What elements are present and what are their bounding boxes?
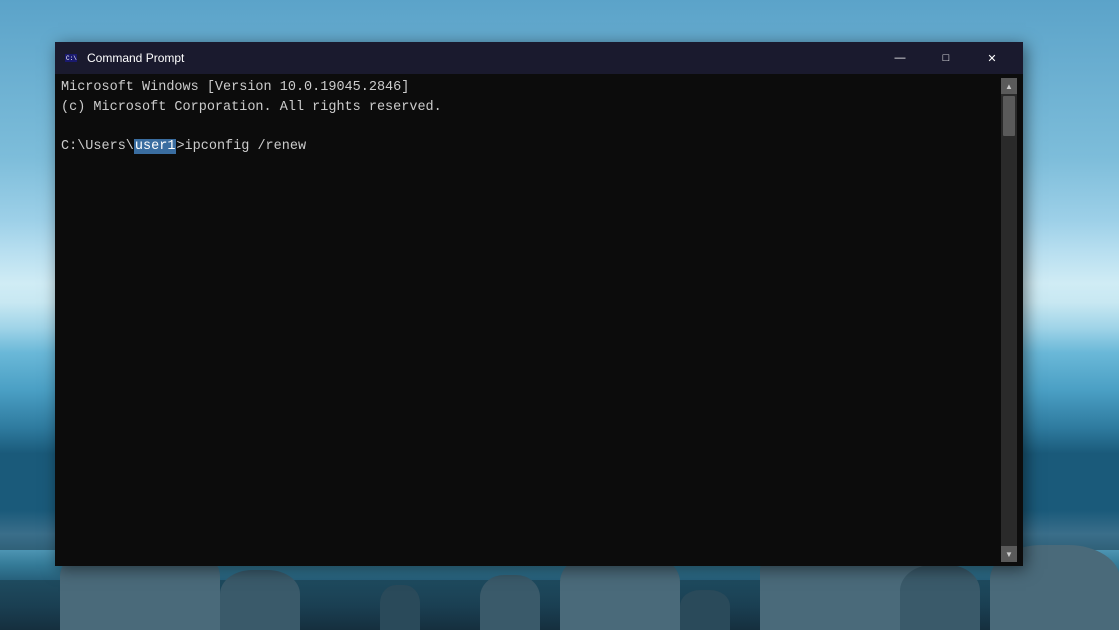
cmd-output: Microsoft Windows [Version 10.0.19045.28… bbox=[61, 78, 1001, 156]
rock-3 bbox=[380, 585, 420, 630]
minimize-button[interactable]: — bbox=[877, 42, 923, 74]
maximize-button[interactable]: □ bbox=[923, 42, 969, 74]
svg-text:C:\: C:\ bbox=[66, 55, 77, 62]
window-title: Command Prompt bbox=[87, 51, 877, 65]
cmd-body[interactable]: Microsoft Windows [Version 10.0.19045.28… bbox=[55, 74, 1023, 566]
scrollbar-vertical[interactable]: ▲ ▼ bbox=[1001, 78, 1017, 562]
scrollbar-up-button[interactable]: ▲ bbox=[1001, 78, 1017, 94]
cmd-window-icon: C:\ bbox=[63, 50, 79, 66]
rock-2 bbox=[220, 570, 300, 630]
rock-6 bbox=[680, 590, 730, 630]
rock-4 bbox=[480, 575, 540, 630]
scrollbar-down-button[interactable]: ▼ bbox=[1001, 546, 1017, 562]
close-button[interactable]: ✕ bbox=[969, 42, 1015, 74]
scrollbar-thumb[interactable] bbox=[1003, 96, 1015, 136]
cmd-content: Microsoft Windows [Version 10.0.19045.28… bbox=[61, 78, 1001, 562]
rock-8 bbox=[900, 565, 980, 630]
titlebar-buttons: — □ ✕ bbox=[877, 42, 1015, 74]
cmd-window: C:\ Command Prompt — □ ✕ Microsoft Windo… bbox=[55, 42, 1023, 566]
scrollbar-track[interactable] bbox=[1001, 94, 1017, 546]
titlebar: C:\ Command Prompt — □ ✕ bbox=[55, 42, 1023, 74]
